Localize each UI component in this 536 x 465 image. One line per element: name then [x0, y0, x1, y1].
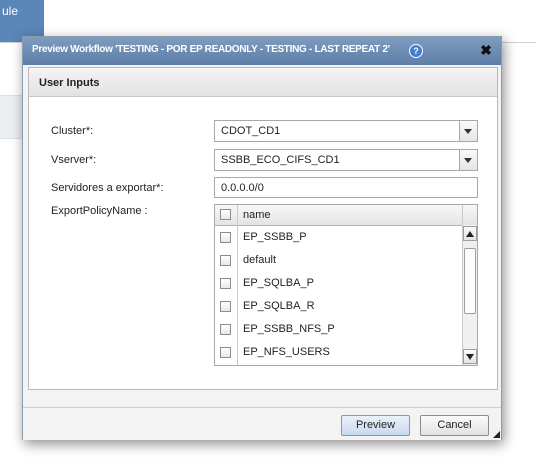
row-name: EP_SSBB_NFS_P	[243, 323, 335, 335]
row-name: EP_SQLBA_R	[243, 300, 315, 312]
preview-workflow-dialog: Preview Workflow 'TESTING - POR EP READO…	[22, 36, 502, 440]
chevron-down-icon[interactable]	[459, 150, 477, 170]
row-checkbox[interactable]	[220, 255, 231, 266]
row-checkbox[interactable]	[220, 347, 231, 358]
grid-row[interactable]: default	[215, 249, 462, 272]
scroll-up-icon[interactable]	[463, 226, 477, 241]
servidores-label: Servidores a exportar*:	[51, 182, 164, 194]
vserver-label: Vserver*:	[51, 154, 97, 166]
grid-row[interactable]: EP_SSBB_P	[215, 226, 462, 249]
preview-button[interactable]: Preview	[341, 415, 410, 436]
vserver-select[interactable]: SSBB_ECO_CIFS_CD1	[214, 149, 478, 171]
grid-header: name	[215, 205, 477, 226]
row-checkbox[interactable]	[220, 324, 231, 335]
name-column-header[interactable]: name	[243, 209, 271, 221]
scroll-thumb[interactable]	[464, 248, 476, 314]
cluster-select[interactable]: CDOT_CD1	[214, 120, 478, 142]
dialog-footer: Preview Cancel	[23, 407, 501, 440]
servidores-input[interactable]	[214, 177, 478, 198]
user-inputs-panel: User Inputs Cluster*: CDOT_CD1 Vserver*:…	[28, 67, 498, 390]
dialog-title: Preview Workflow 'TESTING - POR EP READO…	[32, 44, 390, 55]
help-icon[interactable]: ?	[409, 44, 423, 58]
row-name: EP_NFS_USERS	[243, 346, 330, 358]
select-all-checkbox[interactable]	[220, 209, 231, 220]
grid-row[interactable]: EP_NFS_USERS	[215, 341, 462, 364]
row-checkbox[interactable]	[220, 301, 231, 312]
cluster-value: CDOT_CD1	[221, 125, 281, 137]
dialog-titlebar[interactable]: Preview Workflow 'TESTING - POR EP READO…	[23, 37, 501, 65]
row-name: default	[243, 254, 277, 266]
resize-grip-icon[interactable]	[493, 431, 500, 438]
grid-scrollbar[interactable]	[462, 225, 477, 365]
row-name: EP_SQLBA_P	[243, 277, 314, 289]
chevron-down-icon[interactable]	[459, 121, 477, 141]
close-icon[interactable]: ✖	[479, 42, 493, 58]
column-separator	[462, 205, 463, 225]
grid-row[interactable]: EP_SQLBA_R	[215, 295, 462, 318]
scroll-down-icon[interactable]	[463, 349, 477, 364]
row-checkbox[interactable]	[220, 278, 231, 289]
background-left-panel	[0, 95, 24, 139]
grid-row[interactable]: EP_SSBB_NFS_P	[215, 318, 462, 341]
schedule-tab-label: ule	[2, 4, 19, 18]
export-policy-label: ExportPolicyName :	[51, 205, 148, 217]
row-name: EP_SSBB_P	[243, 231, 307, 243]
user-inputs-header: User Inputs	[29, 68, 497, 97]
export-policy-grid: name EP_SSBB_P default EP_SQLBA_P EP_SQL…	[214, 204, 478, 366]
grid-row[interactable]: EP_SQLBA_P	[215, 272, 462, 295]
vserver-value: SSBB_ECO_CIFS_CD1	[221, 154, 340, 166]
cluster-label: Cluster*:	[51, 125, 94, 137]
row-checkbox[interactable]	[220, 232, 231, 243]
cancel-button[interactable]: Cancel	[420, 415, 489, 436]
